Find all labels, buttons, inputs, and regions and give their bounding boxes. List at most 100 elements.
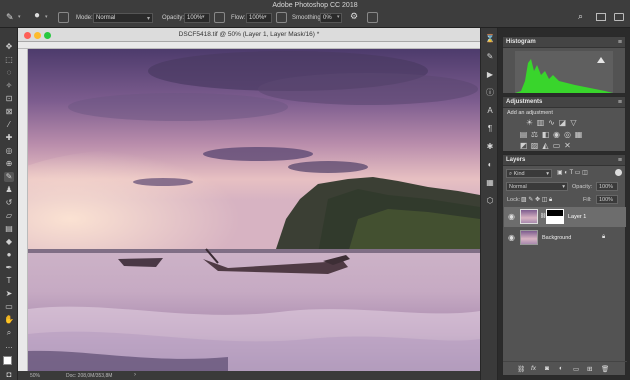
workspace-icon[interactable] — [596, 13, 606, 21]
mode-select[interactable]: Normal ▾ — [93, 13, 153, 23]
layer-style-icon[interactable]: fx — [531, 365, 536, 372]
channel-mixer-icon[interactable]: ◎ — [563, 130, 572, 139]
invert-icon[interactable]: ◩ — [519, 141, 528, 150]
opacity-field[interactable]: 100% — [184, 13, 210, 23]
eraser-tool-icon[interactable]: ▱ — [4, 211, 14, 221]
quick-select-tool-icon[interactable]: ✧ — [4, 81, 14, 91]
layer-filter-icons[interactable]: ▣ ◐ T ▭ ◫ — [557, 169, 588, 176]
frame-tool-icon[interactable]: ⊠ — [4, 107, 14, 117]
dodge-tool-icon[interactable]: ● — [4, 250, 14, 260]
move-tool-icon[interactable]: ✥ — [4, 42, 14, 52]
gear-icon[interactable]: ⚙ — [350, 11, 358, 22]
pen-tool-icon[interactable]: ✒ — [4, 263, 14, 273]
chevron-down-icon[interactable]: ▾ — [337, 14, 340, 20]
patch-tool-icon[interactable]: ◎ — [4, 146, 14, 156]
brightness-contrast-icon[interactable]: ☀ — [525, 118, 534, 127]
properties-panel-icon[interactable]: ✱ — [485, 142, 495, 152]
trash-icon[interactable]: 🗑︎ — [601, 365, 609, 373]
type-tool-icon[interactable]: T — [4, 276, 14, 286]
brush-tool-icon[interactable]: ✎ — [6, 12, 14, 23]
selective-color-icon[interactable]: ✕ — [563, 141, 572, 150]
eyedropper-tool-icon[interactable]: ⁄ — [4, 120, 14, 130]
new-adjustment-layer-icon[interactable]: ◐ — [559, 365, 563, 372]
threshold-icon[interactable]: ◭ — [541, 141, 550, 150]
new-layer-icon[interactable]: ⊞ — [587, 365, 592, 373]
filter-toggle-icon[interactable] — [615, 169, 622, 176]
brush-settings-panel-icon[interactable]: ✎ — [485, 52, 495, 62]
black-white-icon[interactable]: ◧ — [541, 130, 550, 139]
flow-field[interactable]: 100% — [246, 13, 272, 23]
red-eye-tool-icon[interactable]: ⊕ — [4, 159, 14, 169]
path-selection-tool-icon[interactable]: ➤ — [4, 289, 14, 299]
chevron-down-icon[interactable]: ▾ — [202, 14, 205, 20]
history-brush-tool-icon[interactable]: ↺ — [4, 198, 14, 208]
histogram-tab[interactable]: Histogram ≡ — [503, 37, 625, 48]
layer-opacity-field[interactable]: 100% — [596, 182, 618, 191]
layer-name[interactable]: Background — [542, 235, 571, 241]
vibrance-icon[interactable]: ▽ — [569, 118, 578, 127]
new-group-icon[interactable]: ▭ — [573, 365, 579, 373]
panel-menu-icon[interactable]: ≡ — [618, 157, 622, 164]
layers-tab[interactable]: Layers ≡ — [503, 155, 625, 166]
add-mask-icon[interactable]: ◙ — [545, 365, 549, 372]
clone-stamp-tool-icon[interactable]: ♟ — [4, 185, 14, 195]
quick-mask-icon[interactable]: ◘ — [4, 370, 14, 380]
layer-mask-thumbnail[interactable] — [546, 209, 564, 224]
info-panel-icon[interactable]: ⓘ — [485, 88, 495, 98]
foreground-color-swatch[interactable] — [3, 356, 12, 365]
paragraph-panel-icon[interactable]: ¶ — [485, 124, 495, 134]
gradient-tool-icon[interactable]: ▤ — [4, 224, 14, 234]
pressure-opacity-icon[interactable] — [214, 12, 225, 23]
healing-brush-tool-icon[interactable]: ✚ — [4, 133, 14, 143]
layer-name[interactable]: Layer 1 — [568, 214, 586, 220]
hue-saturation-icon[interactable]: ▤ — [519, 130, 528, 139]
zoom-tool-icon[interactable]: ⌕ — [4, 328, 14, 338]
paths-panel-icon[interactable]: ⬡ — [485, 196, 495, 206]
zoom-level[interactable]: 50% — [30, 373, 40, 379]
exposure-icon[interactable]: ◪ — [558, 118, 567, 127]
layer-row[interactable]: ◉ ⛓ Layer 1 — [504, 207, 626, 227]
posterize-icon[interactable]: ▨ — [530, 141, 539, 150]
photo-filter-icon[interactable]: ◉ — [552, 130, 561, 139]
color-lookup-icon[interactable]: ▦ — [574, 130, 583, 139]
more-tools-icon[interactable]: … — [4, 341, 14, 351]
adjustments-tab[interactable]: Adjustments ≡ — [503, 97, 625, 108]
chevron-right-icon[interactable]: › — [134, 372, 136, 378]
glyphs-panel-icon[interactable]: ◐ — [485, 160, 495, 170]
panel-menu-icon[interactable]: ≡ — [618, 99, 622, 106]
blur-tool-icon[interactable]: ◆ — [4, 237, 14, 247]
swatches-panel-icon[interactable]: ▦ — [485, 178, 495, 188]
color-balance-icon[interactable]: ⚖ — [530, 130, 539, 139]
rectangle-tool-icon[interactable]: ▭ — [4, 302, 14, 312]
levels-icon[interactable]: ▥ — [536, 118, 545, 127]
layer-filter-select[interactable]: ⌕ Kind ▾ — [506, 169, 552, 178]
chevron-down-icon[interactable]: ▾ — [45, 14, 48, 20]
lock-icons[interactable]: ▨ ✎ ✥ ◫ 🔒︎ — [521, 196, 552, 204]
hand-tool-icon[interactable]: ✋ — [4, 315, 14, 325]
brush-preset-icon[interactable]: ● — [34, 10, 40, 21]
brush-tool-icon[interactable]: ✎ — [4, 172, 14, 182]
history-panel-icon[interactable]: ⌛ — [485, 34, 495, 44]
share-icon[interactable] — [614, 13, 624, 21]
search-icon[interactable]: ⌕ — [578, 11, 583, 22]
lasso-tool-icon[interactable]: ◌ — [4, 68, 14, 78]
curves-icon[interactable]: ∿ — [547, 118, 556, 127]
link-layers-icon[interactable]: ⛓ — [517, 365, 525, 373]
crop-tool-icon[interactable]: ⊡ — [4, 94, 14, 104]
chevron-down-icon[interactable]: ▾ — [18, 14, 21, 20]
airbrush-icon[interactable] — [276, 12, 287, 23]
eye-icon[interactable]: ◉ — [508, 233, 515, 242]
layer-row[interactable]: ◉ Background 🔒︎ — [504, 228, 626, 248]
pressure-size-icon[interactable] — [367, 12, 378, 23]
gradient-map-icon[interactable]: ▭ — [552, 141, 561, 150]
canvas[interactable] — [28, 49, 480, 371]
fill-field[interactable]: 100% — [596, 195, 618, 204]
chevron-down-icon[interactable]: ▾ — [264, 14, 267, 20]
character-panel-icon[interactable]: A — [485, 106, 495, 116]
blend-mode-select[interactable]: Normal ▾ — [506, 182, 568, 191]
eye-icon[interactable]: ◉ — [508, 212, 515, 221]
panel-menu-icon[interactable]: ≡ — [618, 39, 622, 46]
brush-settings-icon[interactable] — [58, 12, 69, 23]
actions-panel-icon[interactable]: ▶ — [485, 70, 495, 80]
marquee-tool-icon[interactable]: ⬚ — [4, 55, 14, 65]
